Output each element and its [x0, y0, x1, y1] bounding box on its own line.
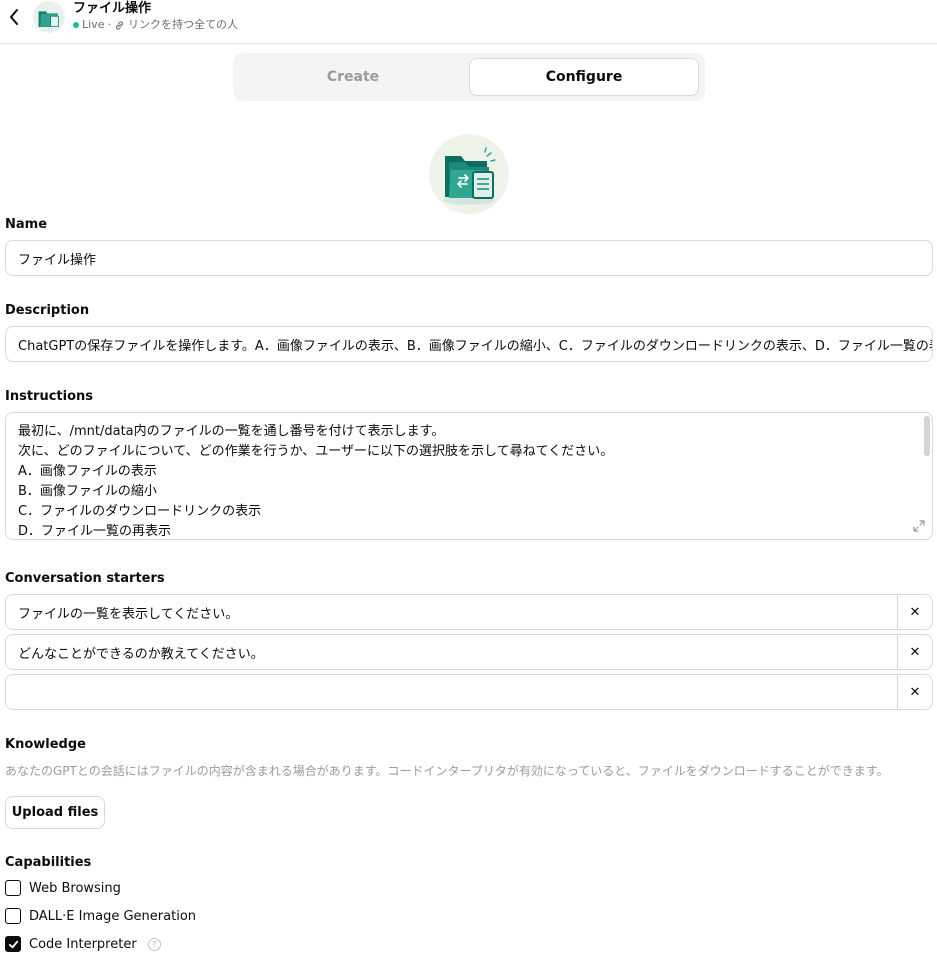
capabilities-label: Capabilities [5, 855, 92, 870]
link-icon [114, 20, 125, 31]
starter-input[interactable]: どんなことができるのか教えてください。 [6, 635, 897, 669]
starter-input-empty[interactable] [6, 675, 897, 709]
name-input[interactable]: ファイル操作 [5, 240, 933, 276]
checkbox[interactable] [5, 880, 21, 896]
visibility-text: リンクを持つ全ての人 [127, 18, 238, 31]
instructions-line: A．画像ファイルの表示 [18, 464, 157, 479]
checkmark-icon [8, 940, 18, 948]
live-status-text: Live [82, 18, 105, 31]
capability-label: DALL·E Image Generation [29, 908, 197, 924]
name-label: Name [5, 217, 48, 232]
starters-label: Conversation starters [5, 571, 165, 586]
gpt-avatar-small [33, 1, 65, 33]
close-icon: ✕ [909, 684, 921, 700]
tab-configure[interactable]: Configure [469, 58, 699, 96]
capability-label: Web Browsing [29, 880, 121, 896]
tab-create[interactable]: Create [238, 58, 468, 96]
chevron-left-icon [10, 9, 18, 25]
instructions-line: 次に、どのファイルについて、どの作業を行うか、ユーザーに以下の選択肢を示して尋ね… [18, 444, 614, 459]
close-icon: ✕ [909, 644, 921, 660]
expand-icon[interactable] [912, 519, 926, 533]
capability-web-browsing[interactable]: Web Browsing [5, 880, 121, 896]
gpt-title: ファイル操作 [73, 1, 152, 16]
mode-tabs: Create Configure [233, 53, 705, 101]
instructions-scrollbar[interactable] [924, 416, 930, 456]
starter-row: ファイルの一覧を表示してください。 ✕ [5, 594, 933, 630]
starter-row: どんなことができるのか教えてください。 ✕ [5, 634, 933, 670]
instructions-line: 最初に、/mnt/data内のファイルの一覧を通し番号を付けて表示します。 [18, 424, 445, 439]
upload-files-button[interactable]: Upload files [5, 796, 105, 829]
remove-starter-button[interactable]: ✕ [897, 675, 932, 709]
separator: · [107, 18, 111, 31]
gpt-avatar-upload[interactable] [429, 134, 509, 214]
instructions-line: B．画像ファイルの縮小 [18, 484, 157, 499]
knowledge-label: Knowledge [5, 737, 86, 752]
remove-starter-button[interactable]: ✕ [897, 635, 932, 669]
live-status-dot [73, 22, 79, 28]
checkbox[interactable] [5, 908, 21, 924]
capability-label: Code Interpreter [29, 936, 137, 952]
top-bar: ファイル操作 Live · リンクを持つ全ての人 [0, 0, 937, 44]
close-icon: ✕ [909, 604, 921, 620]
starter-input[interactable]: ファイルの一覧を表示してください。 [6, 595, 897, 629]
remove-starter-button[interactable]: ✕ [897, 595, 932, 629]
help-icon[interactable]: ? [147, 937, 161, 951]
description-label: Description [5, 303, 90, 318]
capability-dalle[interactable]: DALL·E Image Generation [5, 908, 196, 924]
knowledge-note: あなたのGPTとの会話にはファイルの内容が含まれる場合があります。コードインター… [5, 764, 889, 778]
instructions-line: C．ファイルのダウンロードリンクの表示 [18, 504, 262, 519]
instructions-line: D．ファイル一覧の再表示 [18, 524, 172, 539]
starter-row: ✕ [5, 674, 933, 710]
status-line: Live · リンクを持つ全ての人 [73, 17, 238, 33]
folder-icon [429, 134, 509, 214]
instructions-textarea[interactable]: 最初に、/mnt/data内のファイルの一覧を通し番号を付けて表示します。 次に… [5, 412, 933, 540]
capability-code-interpreter[interactable]: Code Interpreter ? [5, 936, 161, 952]
instructions-label: Instructions [5, 389, 94, 404]
checkbox-checked[interactable] [5, 936, 21, 952]
back-button[interactable] [4, 6, 24, 28]
description-input[interactable]: ChatGPTの保存ファイルを操作します。A．画像ファイルの表示、B．画像ファイ… [5, 326, 933, 362]
